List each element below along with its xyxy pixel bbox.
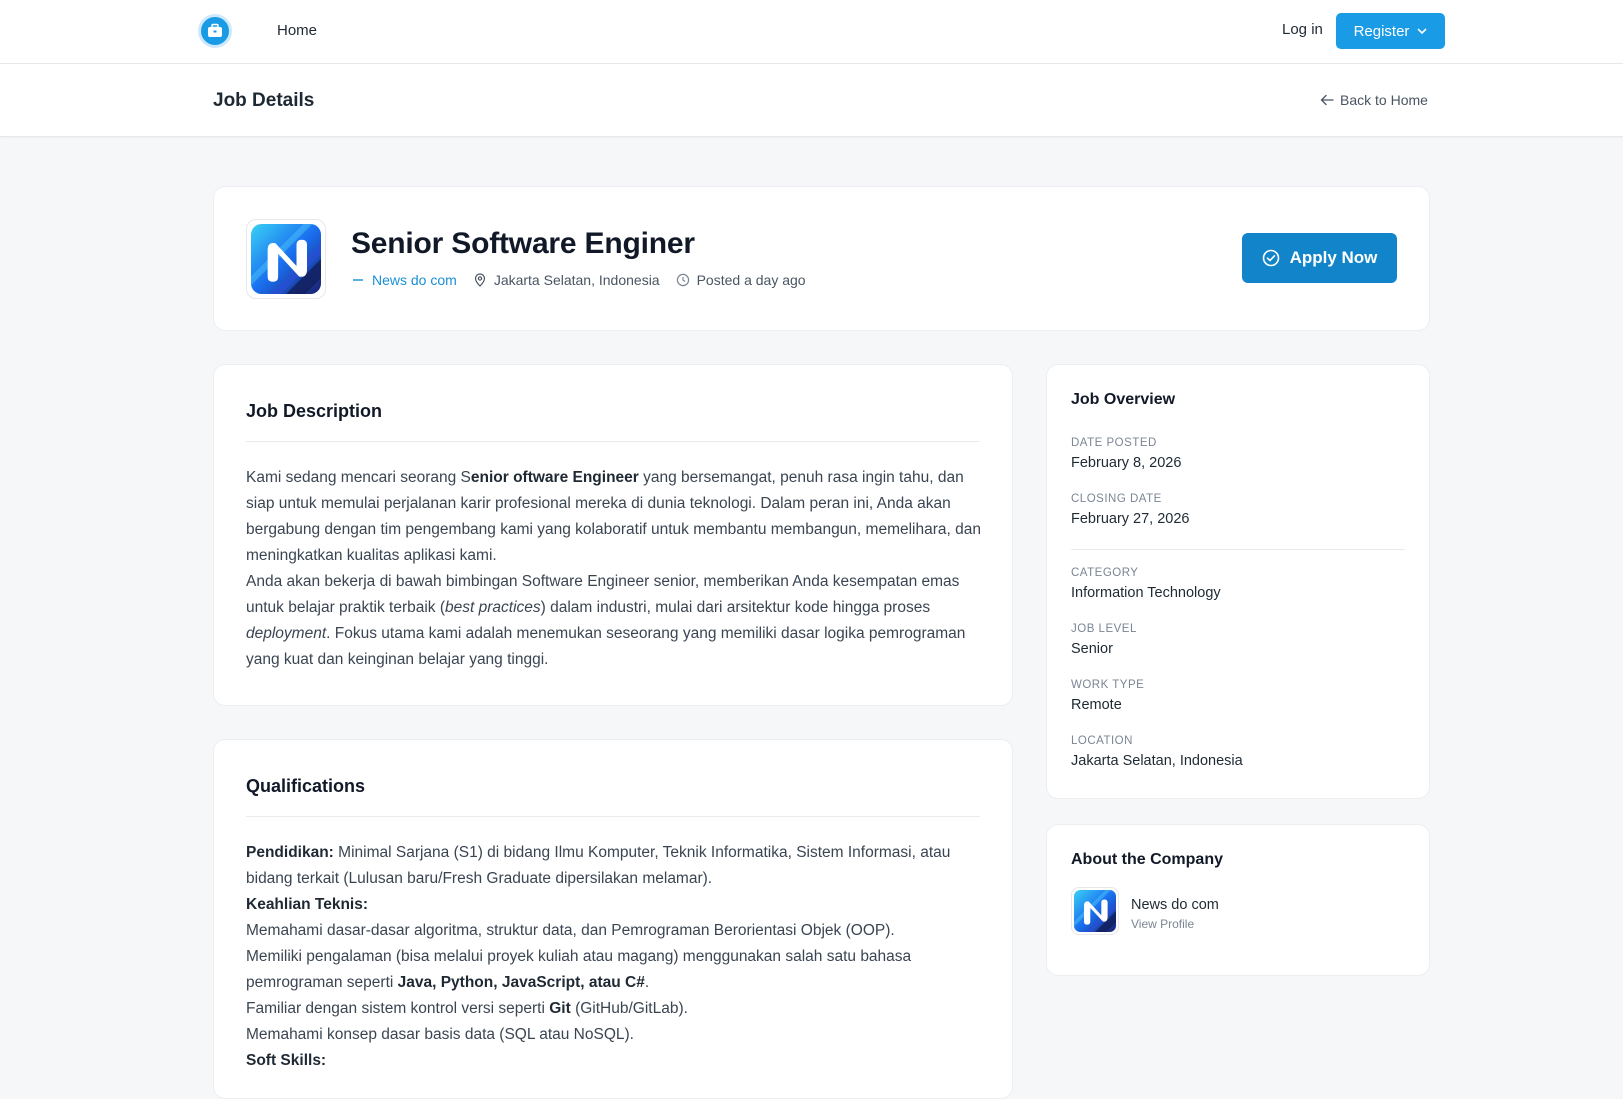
qualification-heading: Keahlian Teknis:	[246, 892, 982, 918]
overview-value: February 8, 2026	[1071, 455, 1182, 471]
page-title: Job Details	[213, 90, 315, 111]
job-overview-card: Job Overview DATE POSTED February 8, 202…	[1046, 364, 1430, 799]
job-location: Jakarta Selatan, Indonesia	[473, 272, 660, 288]
overview-value: Jakarta Selatan, Indonesia	[1071, 753, 1243, 769]
qualifications-title: Qualifications	[246, 776, 366, 796]
overview-label: JOB LEVEL	[1071, 623, 1137, 635]
text-segment: Minimal Sarjana (S1) di bidang Ilmu Komp…	[246, 844, 951, 887]
text-segment: (GitHub/GitLab).	[570, 1000, 688, 1017]
text-segment: Familiar dengan sistem kontrol versi sep…	[246, 1000, 550, 1017]
job-meta: News do com Jakarta Selatan, Indonesia P…	[351, 272, 822, 288]
overview-value: Senior	[1071, 641, 1113, 657]
text-segment-italic: deployment	[246, 625, 327, 642]
job-description-card: Job Description Kami sedang mencari seor…	[213, 364, 1013, 706]
apply-now-label: Apply Now	[1289, 248, 1378, 267]
text-segment-bold: Pendidikan:	[246, 844, 334, 861]
map-pin-icon	[474, 273, 485, 287]
text-segment-bold: Git	[549, 1000, 571, 1017]
overview-label: CLOSING DATE	[1071, 493, 1162, 505]
job-posted-text: Posted a day ago	[696, 272, 806, 288]
briefcase-icon[interactable]	[198, 14, 232, 48]
top-navbar: Home Log in Register	[0, 0, 1623, 64]
company-logo-small	[1071, 887, 1119, 935]
company-logo	[246, 219, 326, 299]
about-company-title: About the Company	[1071, 851, 1223, 868]
apply-now-button[interactable]: Apply Now	[1242, 233, 1397, 283]
overview-label: WORK TYPE	[1071, 679, 1145, 691]
page-subheader: Job Details Back to Home	[0, 64, 1623, 137]
register-button[interactable]: Register	[1336, 13, 1445, 49]
job-title: Senior Software Enginer	[351, 227, 695, 260]
job-overview-title: Job Overview	[1071, 391, 1176, 408]
text-segment-bold: enior oftware Engineer	[470, 469, 639, 486]
text-segment-bold: Soft Skills:	[246, 1052, 327, 1069]
divider	[246, 441, 980, 442]
qualification-heading: Soft Skills:	[246, 1048, 982, 1074]
dash-icon	[353, 279, 363, 281]
divider	[1071, 549, 1405, 550]
description-paragraph: Kami sedang mencari seorang Senior oftwa…	[246, 465, 982, 569]
overview-work-type: WORK TYPE Remote	[1071, 679, 1144, 713]
job-posted: Posted a day ago	[676, 272, 806, 288]
overview-label: LOCATION	[1071, 735, 1133, 747]
text-segment: .	[644, 974, 650, 991]
overview-label: DATE POSTED	[1071, 437, 1157, 449]
qualification-item: Memiliki pengalaman (bisa melalui proyek…	[246, 944, 982, 996]
divider	[246, 816, 980, 817]
text-segment: . Fokus utama kami adalah menemukan sese…	[246, 625, 966, 668]
qualifications-card: Qualifications Pendidikan: Minimal Sarja…	[213, 739, 1013, 1099]
back-to-home-label: Back to Home	[1340, 92, 1428, 108]
about-company-card: About the Company News do com View Profi…	[1046, 824, 1430, 976]
overview-value: Information Technology	[1071, 585, 1221, 601]
back-to-home-link[interactable]: Back to Home	[1320, 92, 1428, 108]
text-segment-bold: Java, Python, JavaScript, atau C#	[397, 974, 645, 991]
job-header-card: Senior Software Enginer News do com Jaka…	[213, 186, 1430, 331]
text-segment: ) dalam industri, mulai dari arsitektur …	[540, 599, 931, 616]
arrow-left-icon	[1320, 94, 1334, 106]
chevron-down-icon	[1418, 28, 1427, 35]
company-name: News do com	[1131, 897, 1219, 913]
overview-location: LOCATION Jakarta Selatan, Indonesia	[1071, 735, 1243, 769]
login-link[interactable]: Log in	[1282, 21, 1323, 38]
job-location-text: Jakarta Selatan, Indonesia	[493, 272, 660, 288]
nav-home-link[interactable]: Home	[277, 22, 317, 39]
qualification-item: Pendidikan: Minimal Sarjana (S1) di bida…	[246, 840, 982, 892]
overview-category: CATEGORY Information Technology	[1071, 567, 1221, 601]
job-description-title: Job Description	[246, 401, 383, 421]
clock-icon	[676, 273, 689, 287]
view-profile-link[interactable]: View Profile	[1131, 917, 1194, 931]
overview-closing-date: CLOSING DATE February 27, 2026	[1071, 493, 1190, 527]
overview-date-posted: DATE POSTED February 8, 2026	[1071, 437, 1181, 471]
register-button-label: Register	[1353, 22, 1410, 40]
overview-value: Remote	[1071, 697, 1122, 713]
job-company[interactable]: News do com	[351, 272, 457, 288]
check-circle-icon	[1262, 249, 1279, 267]
text-segment-italic: best practices	[445, 599, 541, 616]
qualification-item: Familiar dengan sistem kontrol versi sep…	[246, 996, 982, 1022]
qualification-item: Memahami konsep dasar basis data (SQL at…	[246, 1026, 634, 1043]
qualifications-body: Pendidikan: Minimal Sarjana (S1) di bida…	[246, 840, 982, 1074]
overview-value: February 27, 2026	[1071, 511, 1190, 527]
job-description-body: Kami sedang mencari seorang Senior oftwa…	[246, 465, 982, 673]
overview-job-level: JOB LEVEL Senior	[1071, 623, 1137, 657]
job-company-name: News do com	[372, 272, 457, 288]
description-paragraph: Anda akan bekerja di bawah bimbingan Sof…	[246, 569, 982, 673]
overview-label: CATEGORY	[1071, 567, 1139, 579]
qualification-item: Memahami dasar-dasar algoritma, struktur…	[246, 922, 895, 939]
text-segment-bold: Keahlian Teknis:	[246, 896, 369, 913]
text-segment: Kami sedang mencari seorang S	[246, 469, 471, 486]
